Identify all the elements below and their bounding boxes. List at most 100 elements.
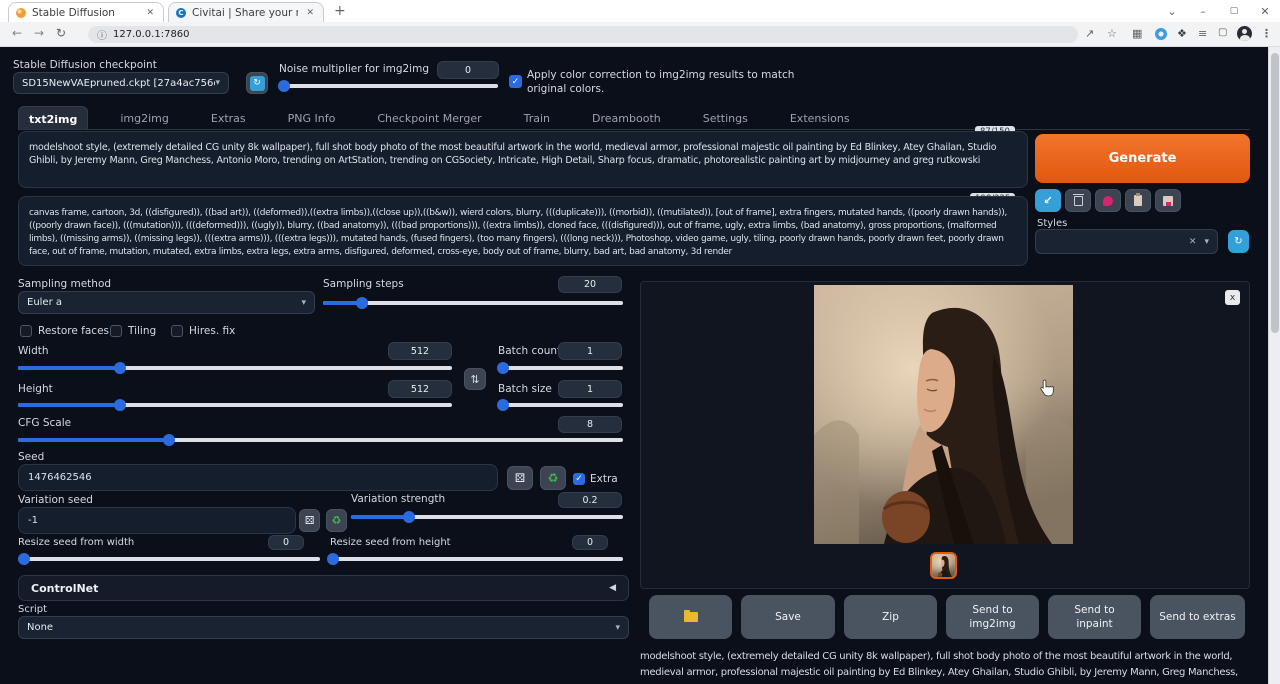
- chrome-menu-chevron-icon[interactable]: ⌄: [1157, 0, 1187, 22]
- gallery-thumbnail[interactable]: [930, 552, 957, 579]
- slider-thumb[interactable]: [278, 80, 290, 92]
- tab-close-icon[interactable]: ✕: [144, 8, 156, 18]
- tab-img2img[interactable]: img2img: [110, 106, 179, 129]
- noise-multiplier-slider[interactable]: [280, 80, 498, 92]
- save-button[interactable]: Save: [741, 595, 835, 639]
- slider-thumb[interactable]: [327, 553, 339, 565]
- slider-thumb[interactable]: [356, 297, 368, 309]
- extension-blue-icon[interactable]: [1155, 28, 1167, 40]
- slider-track[interactable]: [498, 366, 623, 370]
- extra-networks-button[interactable]: [1095, 189, 1121, 212]
- new-tab-button[interactable]: +: [334, 3, 346, 19]
- cfg-scale-slider[interactable]: [18, 434, 623, 446]
- checkpoint-refresh-button[interactable]: ↻: [246, 72, 268, 94]
- tab-train[interactable]: Train: [514, 106, 560, 129]
- scrollbar-thumb[interactable]: [1271, 53, 1279, 333]
- sampling-method-dropdown[interactable]: Euler a ▾: [18, 291, 315, 314]
- window-close-button[interactable]: ✕: [1250, 0, 1280, 22]
- close-image-button[interactable]: x: [1225, 290, 1240, 305]
- generated-image[interactable]: [814, 285, 1073, 544]
- sampling-steps-value[interactable]: 20: [558, 276, 622, 293]
- slider-thumb[interactable]: [403, 511, 415, 523]
- checkpoint-dropdown[interactable]: SD15NewVAEpruned.ckpt [27a4ac756c] ▾: [13, 72, 229, 94]
- slider-thumb[interactable]: [114, 362, 126, 374]
- noise-multiplier-value[interactable]: 0: [437, 61, 499, 79]
- clear-prompt-button[interactable]: [1065, 189, 1091, 212]
- tab-png-info[interactable]: PNG Info: [278, 106, 346, 129]
- tab-checkpoint-merger[interactable]: Checkpoint Merger: [367, 106, 491, 129]
- zip-button[interactable]: Zip: [844, 595, 937, 639]
- save-style-button[interactable]: [1155, 189, 1181, 212]
- negative-prompt-input[interactable]: canvas frame, cartoon, 3d, ((disfigured)…: [18, 196, 1028, 266]
- open-folder-button[interactable]: [649, 595, 732, 639]
- tab-close-icon[interactable]: ✕: [304, 8, 316, 18]
- batch-size-slider[interactable]: [498, 399, 623, 411]
- browser-tab-stable-diffusion[interactable]: Stable Diffusion ✕: [8, 2, 164, 22]
- browser-menu-dots-icon[interactable]: ⋮: [1261, 27, 1272, 40]
- page-scrollbar[interactable]: [1268, 47, 1280, 684]
- script-dropdown[interactable]: None ▾: [18, 616, 629, 639]
- clear-styles-icon[interactable]: ✕: [1189, 237, 1197, 247]
- slider-track[interactable]: [280, 84, 498, 88]
- side-panel-icon[interactable]: ▢: [1218, 27, 1227, 38]
- styles-dropdown[interactable]: ✕ ▾: [1035, 229, 1218, 254]
- forward-button[interactable]: →: [34, 26, 44, 40]
- random-variation-seed-button[interactable]: ⚄: [299, 509, 320, 532]
- extra-seed-checkbox[interactable]: ✓: [573, 473, 585, 485]
- tab-extras[interactable]: Extras: [201, 106, 256, 129]
- swap-width-height-button[interactable]: ⇅: [464, 368, 486, 390]
- send-to-inpaint-button[interactable]: Send to inpaint: [1048, 595, 1141, 639]
- reload-button[interactable]: ↻: [56, 26, 66, 40]
- extension-grid-icon[interactable]: ▦: [1132, 27, 1142, 40]
- styles-refresh-button[interactable]: ↻: [1228, 230, 1249, 253]
- slider-thumb[interactable]: [497, 362, 509, 374]
- slider-track[interactable]: [330, 557, 623, 561]
- slider-track[interactable]: [323, 301, 623, 305]
- cfg-scale-value[interactable]: 8: [558, 416, 622, 433]
- tab-dreambooth[interactable]: Dreambooth: [582, 106, 671, 129]
- slider-track[interactable]: [18, 557, 320, 561]
- paste-generation-params-button[interactable]: ↙: [1035, 189, 1061, 212]
- slider-thumb[interactable]: [497, 399, 509, 411]
- site-info-icon[interactable]: ⓘ: [97, 27, 107, 42]
- slider-track[interactable]: [498, 403, 623, 407]
- resize-seed-width-slider[interactable]: [18, 553, 320, 565]
- profile-avatar[interactable]: [1237, 26, 1252, 41]
- tab-extensions[interactable]: Extensions: [780, 106, 860, 129]
- batch-size-value[interactable]: 1: [558, 380, 622, 398]
- width-slider[interactable]: [18, 362, 452, 374]
- reuse-seed-button[interactable]: ♻: [540, 466, 566, 490]
- variation-seed-input[interactable]: -1: [18, 507, 296, 534]
- reuse-variation-seed-button[interactable]: ♻: [326, 509, 347, 532]
- tiling-checkbox[interactable]: [110, 325, 122, 337]
- batch-count-slider[interactable]: [498, 362, 623, 374]
- sampling-steps-slider[interactable]: [323, 297, 623, 309]
- slider-thumb[interactable]: [18, 553, 30, 565]
- share-icon[interactable]: ↗: [1085, 27, 1094, 40]
- apply-styles-button[interactable]: [1125, 189, 1151, 212]
- batch-count-value[interactable]: 1: [558, 342, 622, 360]
- restore-faces-checkbox[interactable]: [20, 325, 32, 337]
- generate-button[interactable]: Generate: [1035, 134, 1250, 183]
- send-to-img2img-button[interactable]: Send to img2img: [946, 595, 1039, 639]
- height-value[interactable]: 512: [388, 380, 452, 398]
- controlnet-accordion[interactable]: ControlNet ◀: [18, 575, 629, 601]
- resize-seed-height-slider[interactable]: [330, 553, 623, 565]
- slider-thumb[interactable]: [114, 399, 126, 411]
- resize-seed-height-value[interactable]: 0: [572, 535, 608, 550]
- height-slider[interactable]: [18, 399, 452, 411]
- color-correction-checkbox[interactable]: ✓: [509, 75, 522, 88]
- browser-tab-civitai[interactable]: C Civitai | Share your models ✕: [168, 2, 324, 22]
- resize-seed-width-value[interactable]: 0: [268, 535, 304, 550]
- tab-txt2img[interactable]: txt2img: [18, 106, 88, 129]
- url-bar[interactable]: ⓘ 127.0.0.1:7860: [88, 26, 1078, 43]
- extensions-puzzle-icon[interactable]: ❖: [1177, 27, 1187, 40]
- width-value[interactable]: 512: [388, 342, 452, 360]
- hires-fix-checkbox[interactable]: [171, 325, 183, 337]
- prompt-input[interactable]: modelshoot style, (extremely detailed CG…: [18, 131, 1028, 188]
- seed-input[interactable]: 1476462546: [18, 464, 498, 491]
- slider-thumb[interactable]: [163, 434, 175, 446]
- tab-settings[interactable]: Settings: [693, 106, 758, 129]
- window-minimize-button[interactable]: –: [1188, 0, 1218, 22]
- window-restore-button[interactable]: ▢: [1219, 0, 1249, 22]
